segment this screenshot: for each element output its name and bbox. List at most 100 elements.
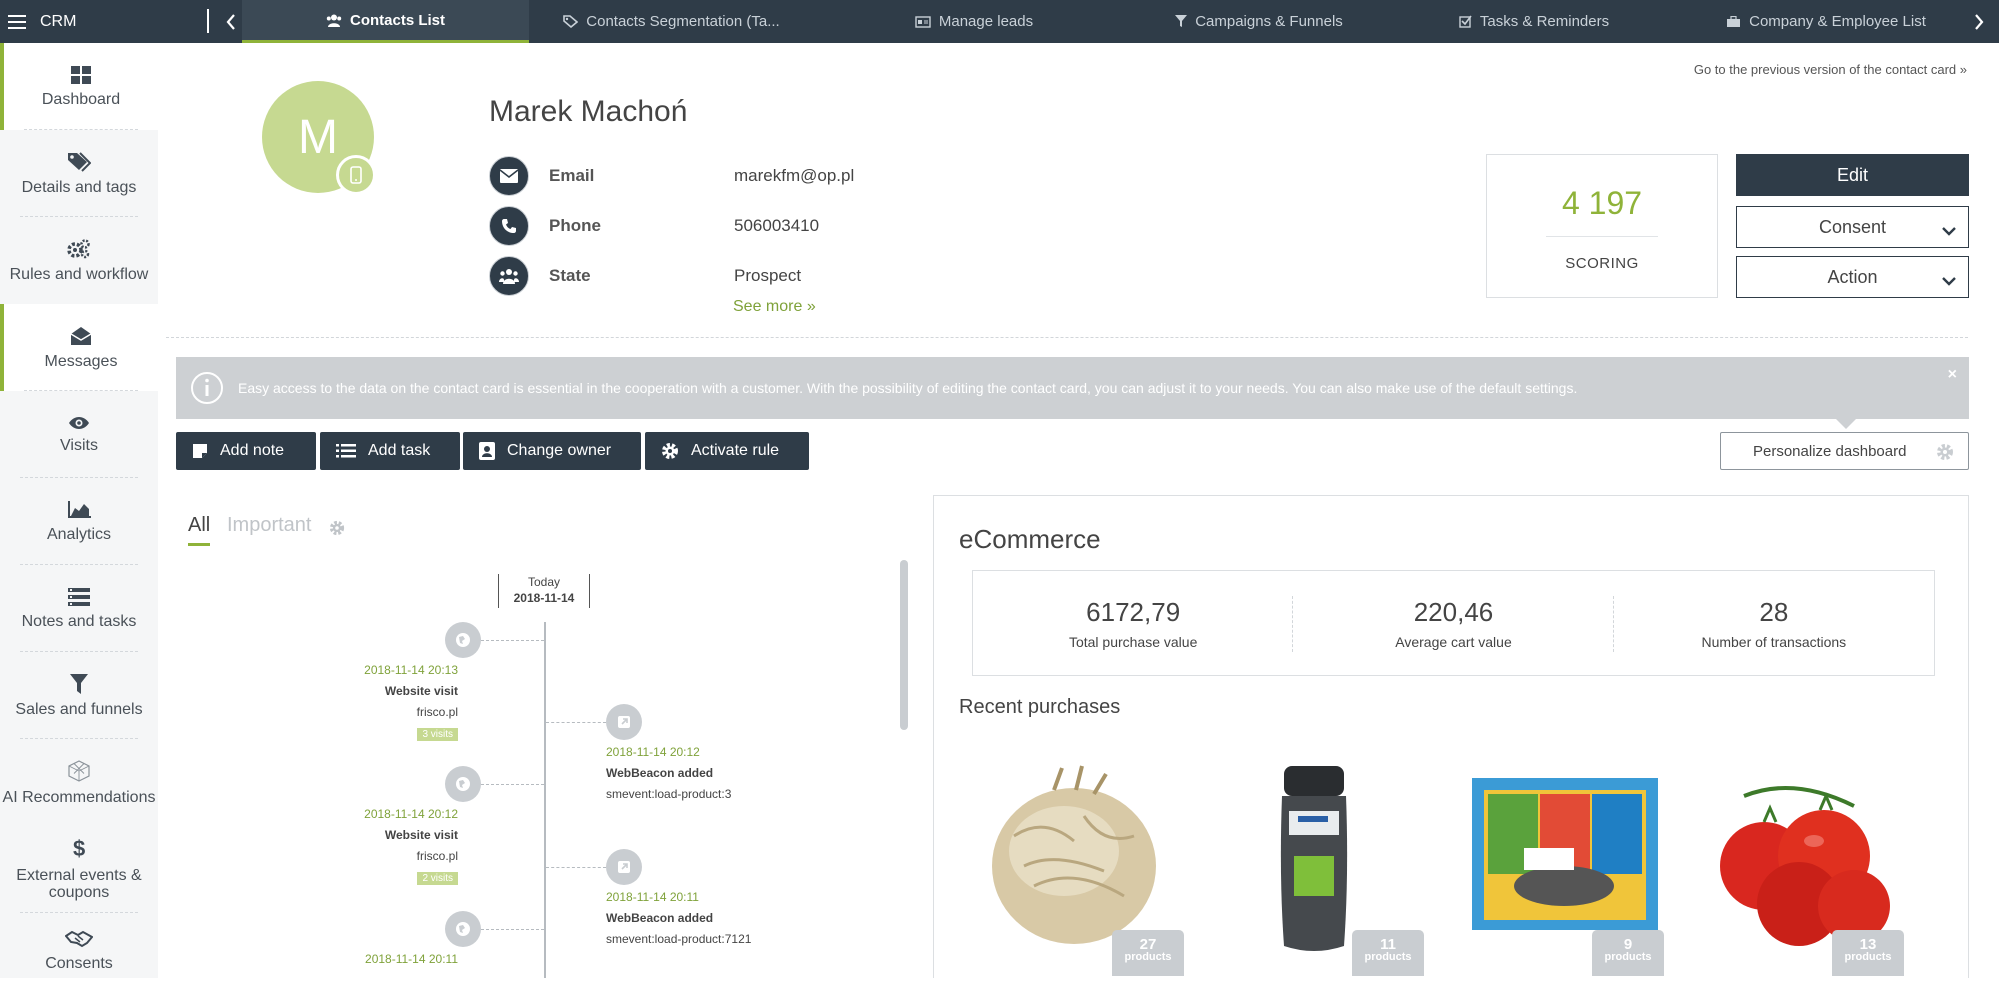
scoring-card: 4 197 SCORING [1486, 154, 1718, 298]
tabs-scroll-left-icon[interactable] [220, 0, 242, 43]
event-detail: frisco.pl [416, 705, 458, 719]
user-card-icon [479, 442, 495, 460]
tabs-scroll-right-icon[interactable] [1968, 0, 1990, 43]
stat-value: 28 [1759, 596, 1789, 627]
mobile-icon [336, 155, 376, 195]
add-note-button[interactable]: Add note [176, 432, 316, 470]
tab-label: Tasks & Reminders [1479, 13, 1610, 30]
filter-icon [1175, 15, 1188, 28]
change-owner-button[interactable]: Change owner [463, 432, 641, 470]
sidebar-item-rules-and-workflow[interactable]: Rules and workflow [0, 217, 158, 304]
scoring-label: SCORING [1565, 255, 1639, 272]
tags-icon [67, 151, 91, 172]
svg-text:$: $ [73, 838, 85, 860]
tab-label: Campaigns & Funnels [1195, 13, 1343, 30]
sidebar-item-messages[interactable]: Messages [0, 304, 158, 391]
product-card[interactable]: 27 products [984, 756, 1184, 976]
timeline-event[interactable]: 2018-11-14 20:11 [198, 949, 458, 970]
phone-value[interactable]: 506003410 [734, 216, 819, 236]
product-card[interactable]: 9 products [1464, 756, 1664, 976]
button-label: Change owner [507, 442, 612, 459]
envelope-icon [489, 156, 529, 196]
event-detail: smevent:load-product:7121 [606, 932, 752, 946]
sidebar-item-consents[interactable]: Consents [0, 913, 158, 988]
gears-icon [67, 238, 91, 259]
action-label: Action [1827, 266, 1878, 287]
sidebar-item-dashboard[interactable]: Dashboard [0, 43, 158, 130]
sidebar-item-notes-and-tasks[interactable]: Notes and tasks [0, 565, 158, 652]
close-icon[interactable]: × [1948, 366, 1957, 384]
gear-icon[interactable] [329, 520, 345, 541]
external-link-icon [606, 704, 642, 740]
see-more-link[interactable]: See more » [733, 298, 816, 316]
add-task-button[interactable]: Add task [320, 432, 460, 470]
phone-icon [489, 206, 529, 246]
timeline-event[interactable]: 2018-11-14 20:12 WebBeacon added smevent… [606, 742, 866, 805]
globe-icon [445, 622, 481, 658]
info-banner: Easy access to the data on the contact c… [176, 357, 1969, 429]
handshake-icon [65, 930, 93, 948]
globe-icon [445, 911, 481, 947]
stat-average-cart: 220,46 Average cart value [1293, 571, 1614, 675]
ecommerce-stats: 6172,79 Total purchase value 220,46 Aver… [972, 570, 1935, 676]
timeline-scrollbar[interactable] [900, 560, 908, 730]
tab-label: Contacts Segmentation (Ta... [586, 13, 780, 30]
timeline-event[interactable]: 2018-11-14 20:12 Website visit frisco.pl… [198, 804, 458, 888]
scoring-value: 4 197 [1561, 185, 1643, 221]
action-dropdown[interactable]: Action [1736, 256, 1969, 298]
event-datetime: 2018-11-14 20:12 [364, 807, 458, 821]
tab-contacts-segmentation[interactable]: Contacts Segmentation (Ta... [529, 0, 814, 43]
area-chart-icon [67, 500, 91, 519]
sidebar-item-label: Visits [60, 436, 98, 454]
tab-campaigns-funnels[interactable]: Campaigns & Funnels [1134, 0, 1384, 43]
stat-value: 220,46 [1413, 596, 1494, 627]
sidebar-item-label: Details and tags [21, 178, 137, 196]
previous-version-link[interactable]: Go to the previous version of the contac… [1694, 62, 1967, 77]
product-count-badge: 11 products [1352, 930, 1424, 976]
sidebar-item-analytics[interactable]: Analytics [0, 478, 158, 565]
sidebar-item-label: Sales and funnels [15, 700, 143, 718]
note-icon [192, 443, 208, 459]
tab-contacts-list[interactable]: Contacts List [242, 0, 529, 43]
activate-rule-button[interactable]: Activate rule [645, 432, 809, 470]
button-label: Activate rule [691, 442, 780, 459]
sidebar-item-visits[interactable]: Visits [0, 391, 158, 478]
edit-button[interactable]: Edit [1736, 154, 1969, 196]
field-label: Phone [549, 216, 601, 235]
app-title: CRM [40, 12, 77, 30]
field-label: State [549, 266, 591, 285]
recent-purchases-title: Recent purchases [959, 696, 1121, 718]
event-datetime: 2018-11-14 20:12 [606, 745, 700, 759]
consent-label: Consent [1818, 216, 1887, 237]
sidebar-item-label: External events & coupons [16, 867, 142, 901]
tags-icon [563, 15, 579, 28]
product-card[interactable]: 13 products [1704, 756, 1904, 976]
event-title: Website visit [384, 828, 458, 842]
tab-important[interactable]: Important [227, 514, 311, 537]
sidebar-item-label: Messages [44, 352, 118, 370]
tab-all[interactable]: All [188, 514, 211, 546]
email-value[interactable]: marekfm@op.pl [734, 166, 854, 186]
product-card[interactable]: 11 products [1224, 756, 1424, 976]
funnel-icon [70, 673, 88, 694]
sidebar-item-sales-and-funnels[interactable]: Sales and funnels [0, 652, 158, 739]
sidebar-item-details-and-tags[interactable]: Details and tags [0, 130, 158, 217]
ecommerce-panel: eCommerce 6172,79 Total purchase value 2… [933, 495, 1969, 978]
external-link-icon [606, 849, 642, 885]
sidebar-item-external-events-coupons[interactable]: $ External events & coupons [0, 826, 158, 913]
tab-tasks-reminders[interactable]: Tasks & Reminders [1384, 0, 1684, 43]
dashboard-icon [71, 65, 91, 84]
tab-company-employee-list[interactable]: Company & Employee List [1684, 0, 1968, 43]
timeline-event[interactable]: 2018-11-14 20:11 WebBeacon added smevent… [606, 887, 866, 950]
consent-dropdown[interactable]: Consent [1736, 206, 1969, 248]
top-navigation-bar: CRM Contacts List Contacts Segmentation … [0, 0, 1999, 43]
briefcase-icon [1726, 15, 1741, 28]
button-label: Add note [220, 442, 285, 459]
stat-total-purchase: 6172,79 Total purchase value [973, 571, 1294, 675]
timeline-event[interactable]: 2018-11-14 20:13 Website visit frisco.pl… [198, 660, 458, 744]
personalize-dashboard-button[interactable]: Personalize dashboard [1720, 432, 1969, 470]
sidebar-item-ai-recommendations[interactable]: AI Recommendations [0, 739, 158, 826]
tab-manage-leads[interactable]: Manage leads [814, 0, 1134, 43]
divider [207, 9, 209, 33]
menu-toggle[interactable]: CRM [0, 0, 210, 43]
